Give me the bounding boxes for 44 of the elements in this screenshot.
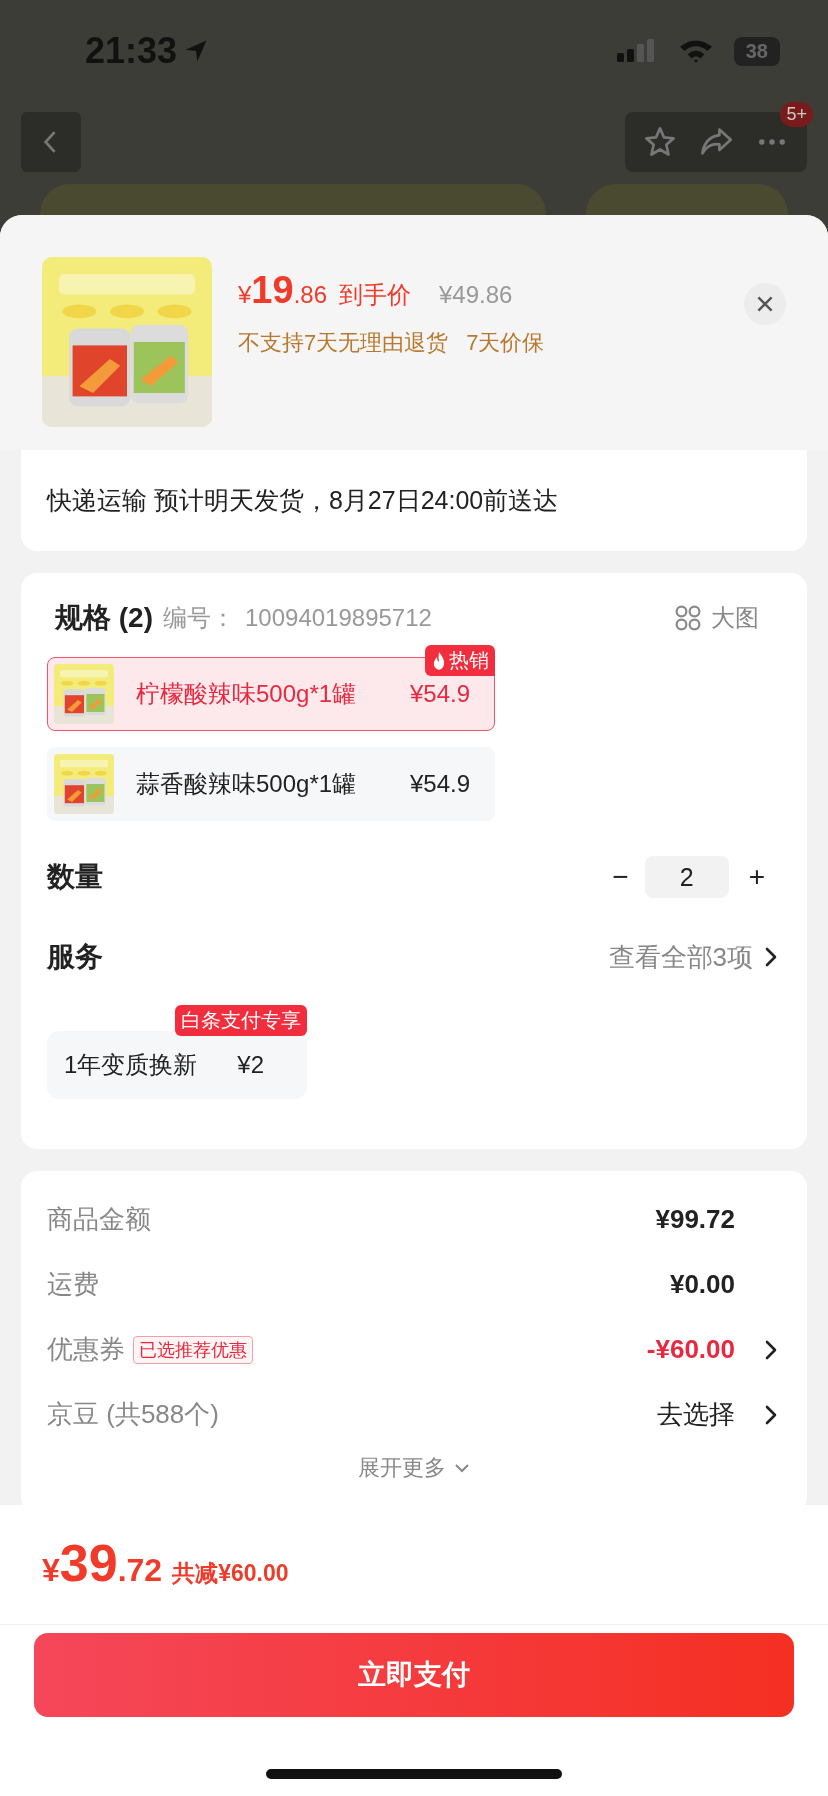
increase-button[interactable]: + xyxy=(732,861,781,893)
coupon-tag: 已选推荐优惠 xyxy=(133,1335,253,1364)
notification-badge: 5+ xyxy=(780,102,813,127)
price-label: 到手价 xyxy=(339,280,411,310)
close-button[interactable] xyxy=(744,283,786,325)
policy-note: 7天价保 xyxy=(466,329,545,357)
expand-more-button[interactable]: 展开更多 xyxy=(358,1453,470,1483)
summary-label: 商品金额 xyxy=(47,1203,151,1236)
summary-label: 京豆 (共588个) xyxy=(47,1398,219,1431)
chevron-right-icon xyxy=(765,1404,777,1425)
shipping-info: 快递运输 预计明天发货，8月27日24:00前送达 xyxy=(47,486,559,514)
chevron-right-icon xyxy=(765,947,777,967)
chevron-right-icon xyxy=(765,1339,777,1360)
large-view-button[interactable]: 大图 xyxy=(675,602,759,634)
back-button[interactable] xyxy=(21,112,81,172)
item-code: 10094019895712 xyxy=(245,604,432,632)
quantity-label: 数量 xyxy=(47,860,103,894)
decrease-button[interactable]: − xyxy=(596,861,645,893)
total-price: ¥39.72 xyxy=(42,1533,163,1593)
summary-value: ¥99.72 xyxy=(655,1204,735,1235)
pay-now-button[interactable]: 立即支付 xyxy=(34,1633,794,1717)
spec-title: 规格 (2) xyxy=(55,601,153,635)
item-code-label: 编号： xyxy=(163,603,235,633)
battery-indicator: 38 xyxy=(733,36,780,66)
discount-value[interactable]: -¥60.00 xyxy=(646,1334,735,1365)
service-option[interactable]: 1年变质换新 ¥2 xyxy=(47,1031,307,1099)
final-price: ¥19.86 xyxy=(238,269,327,312)
exclusive-badge: 白条支付专享 xyxy=(175,1005,307,1036)
saving-amount: 共减¥60.00 xyxy=(172,1559,289,1588)
spec-option[interactable]: 蒜香酸辣味500g*1罐 ¥54.9 xyxy=(47,747,495,821)
summary-value: ¥0.00 xyxy=(669,1269,735,1300)
wifi-icon xyxy=(677,38,714,64)
select-link[interactable]: 去选择 xyxy=(657,1397,735,1432)
summary-label: 运费 xyxy=(47,1268,99,1301)
chevron-down-icon xyxy=(454,1463,470,1473)
policy-note: 不支持7天无理由退货 xyxy=(238,329,449,357)
view-all-link[interactable]: 查看全部3项 xyxy=(608,939,753,975)
original-price: ¥49.86 xyxy=(439,281,513,309)
service-label: 服务 xyxy=(47,940,103,974)
star-icon[interactable] xyxy=(643,125,677,159)
hot-sale-badge: 热销 xyxy=(425,645,495,676)
grid-icon xyxy=(675,605,701,631)
summary-label: 优惠券 xyxy=(47,1333,125,1366)
quantity-field[interactable]: 2 xyxy=(644,856,729,898)
